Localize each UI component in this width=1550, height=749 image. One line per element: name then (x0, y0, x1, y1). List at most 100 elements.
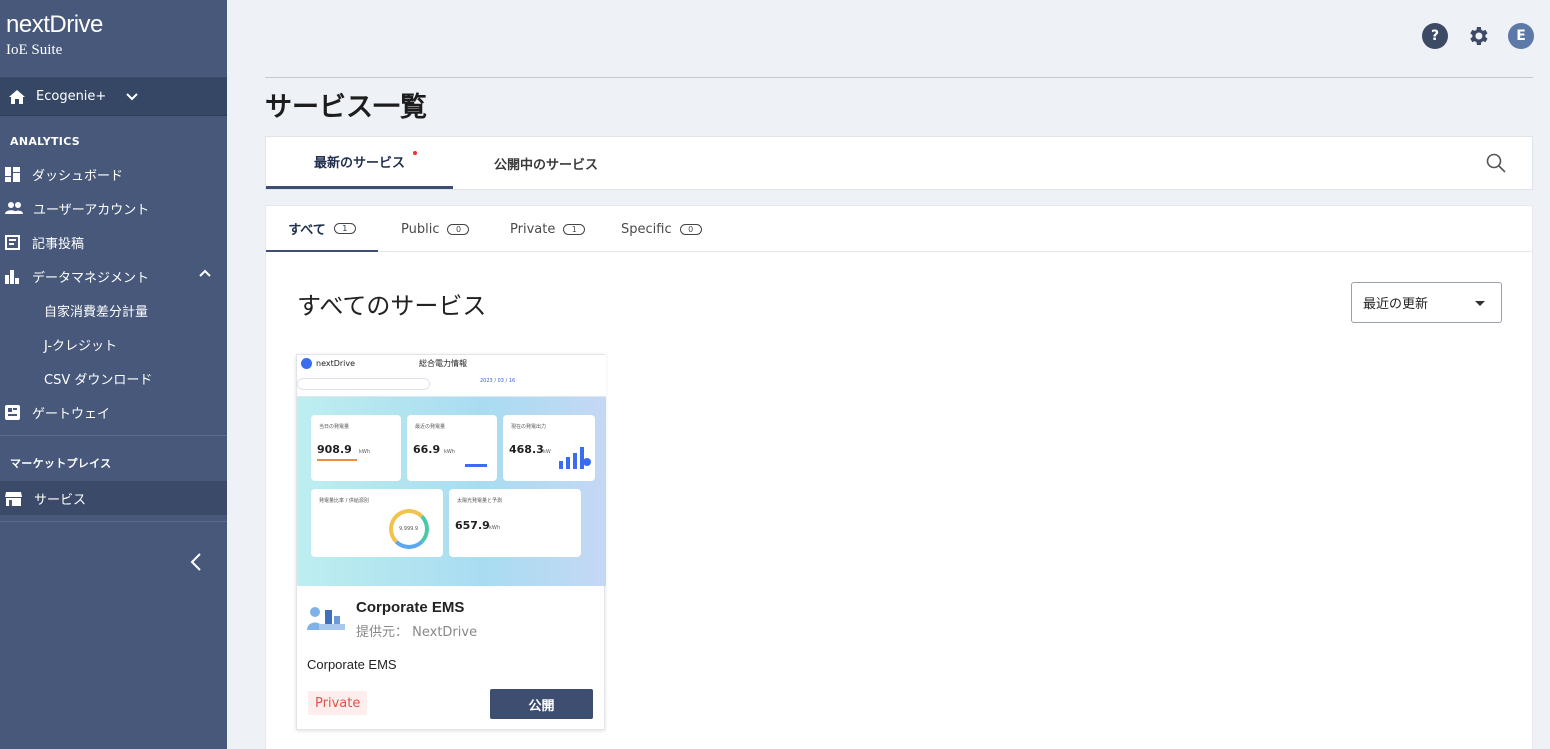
sidebar-item-label: サービス (34, 492, 87, 508)
sort-value: 最近の更新 (1363, 297, 1429, 312)
collapse-sidebar-icon[interactable] (190, 553, 202, 571)
sidebar-item-label: ユーザーアカウント (33, 202, 150, 218)
publish-button[interactable]: 公開 (490, 689, 593, 719)
sidebar-subitem-j-credit[interactable]: J-クレジット (0, 327, 227, 361)
filter-tab-count: 1 (563, 223, 586, 235)
service-name: Corporate EMS (356, 599, 465, 616)
thumb-header: nextDrive 総合電力情報 2023 / 03 / 16 (297, 355, 606, 397)
bar-chart-icon (5, 269, 19, 284)
thumb-card-title: 現在の発電出力 (511, 424, 547, 430)
thumb-card-1: 当日の発電量 908.9 kWh (311, 415, 401, 481)
section-title: すべてのサービス (297, 292, 487, 320)
analytics-title: ANALYTICS (10, 135, 80, 148)
help-glyph: ? (1430, 28, 1440, 44)
avatar[interactable]: E (1508, 23, 1534, 49)
thumb-ring-value: 9,999.9 (399, 526, 419, 532)
thumb-card-title: 太陽光発電量と予測 (457, 498, 503, 504)
brand: nextDrive IoE Suite (0, 0, 227, 78)
service-thumbnail: nextDrive 総合電力情報 2023 / 03 / 16 当日の発電量 9… (297, 355, 606, 586)
sidebar-item-articles[interactable]: 記事投稿 (0, 225, 227, 259)
sidebar-item-label: 記事投稿 (32, 236, 85, 252)
thumb-card-4: 発電量比率 / 供給源別 9,999.9 (311, 489, 443, 557)
filter-tab-count: 0 (679, 223, 702, 235)
thumb-value: 66.9 (413, 443, 441, 456)
thumb-logo-text: nextDrive (316, 359, 356, 368)
sidebar-item-dashboard[interactable]: ダッシュボード (0, 157, 227, 191)
service-tabs: 最新のサービス 公開中のサービス (265, 136, 1533, 190)
new-indicator-dot (413, 151, 417, 155)
top-actions: ? E (1422, 23, 1534, 49)
filter-tab-private[interactable]: Private 1 (510, 206, 586, 252)
thumb-card-3: 現在の発電出力 468.3 kW (503, 415, 595, 481)
page-title: サービス一覧 (265, 92, 427, 123)
filter-tab-specific[interactable]: Specific 0 (621, 206, 702, 252)
caret-down-icon (1475, 301, 1485, 306)
store-icon (5, 491, 22, 506)
card-header: Corporate EMS 提供元： NextDrive (297, 586, 604, 640)
article-icon (5, 234, 20, 250)
filter-tab-count: 0 (447, 223, 470, 235)
thumb-unit: kWh (444, 449, 456, 455)
header-divider (265, 77, 1533, 78)
sidebar-subitem-csv-download[interactable]: CSV ダウンロード (0, 361, 227, 395)
marketplace-title: マーケットプレイス (10, 457, 112, 470)
tab-label: 公開中のサービス (494, 157, 599, 173)
thumb-selector (297, 378, 430, 390)
thumb-card-2: 最近の発電量 66.9 kWh (407, 415, 497, 481)
sidebar-item-data-management[interactable]: データマネジメント (0, 259, 227, 293)
thumb-value: 908.9 (317, 443, 352, 456)
thumb-card-title: 当日の発電量 (319, 424, 350, 430)
thumb-value: 657.9 (455, 519, 490, 532)
thumb-card-5: 太陽光発電量と予測 657.9 kWh (449, 489, 581, 557)
thumb-unit: kW (543, 449, 551, 455)
org-label: Ecogenie+ (36, 89, 107, 104)
sidebar-divider (0, 521, 227, 522)
sidebar-item-users[interactable]: ユーザーアカウント (0, 191, 227, 225)
gateway-icon (5, 404, 20, 420)
service-card[interactable]: nextDrive 総合電力情報 2023 / 03 / 16 当日の発電量 9… (296, 354, 606, 730)
status-badge: Private (308, 691, 368, 715)
thumb-title: 総合電力情報 (419, 359, 467, 368)
filter-tab-all[interactable]: すべて 1 (266, 206, 378, 252)
sidebar-item-label: データマネジメント (32, 270, 150, 286)
home-icon (9, 89, 25, 104)
tab-published-services[interactable]: 公開中のサービス (494, 137, 598, 189)
filter-tab-public[interactable]: Public 0 (401, 206, 470, 252)
thumb-unit: kWh (359, 449, 371, 455)
chevron-down-icon (126, 92, 139, 100)
filter-tab-label: Public (401, 221, 440, 237)
filter-tab-label: Specific (621, 221, 672, 237)
thumb-card-title: 発電量比率 / 供給源別 (319, 498, 369, 504)
service-logo-icon (307, 607, 345, 630)
org-selector[interactable]: Ecogenie+ (0, 78, 227, 116)
sidebar-subitem-self-consumption[interactable]: 自家消費差分計量 (0, 293, 227, 327)
sort-select[interactable]: 最近の更新 (1351, 282, 1502, 323)
services-panel: すべて 1 Public 0 Private 1 Specific 0 すべての… (265, 205, 1533, 749)
sidebar-item-service[interactable]: サービス (0, 481, 227, 515)
brand-suite: IoE Suite (6, 42, 63, 58)
thumb-unit: kWh (489, 525, 501, 531)
users-icon (5, 202, 23, 214)
sidebar: nextDrive IoE Suite Ecogenie+ ANALYTICS … (0, 0, 227, 749)
thumb-value: 468.3 (509, 443, 544, 456)
tab-label: 最新のサービス (313, 156, 405, 171)
filter-tab-label: すべて (288, 222, 326, 238)
service-provider: 提供元： NextDrive (356, 625, 478, 640)
sidebar-item-label: ダッシュボード (32, 168, 124, 184)
thumb-date: 2023 / 03 / 16 (480, 378, 516, 384)
tab-latest-services[interactable]: 最新のサービス (266, 137, 453, 189)
service-description: Corporate EMS (307, 657, 397, 672)
sidebar-item-gateway[interactable]: ゲートウェイ (0, 395, 227, 429)
search-icon[interactable] (1486, 153, 1506, 173)
help-icon[interactable]: ? (1422, 23, 1448, 49)
dashboard-icon (5, 166, 20, 182)
sidebar-item-label: ゲートウェイ (32, 406, 111, 422)
thumb-logo: nextDrive (301, 358, 355, 369)
filter-tab-label: Private (510, 221, 556, 237)
chevron-up-icon (199, 269, 211, 277)
filter-tab-count: 1 (333, 222, 356, 234)
gear-icon[interactable] (1466, 24, 1490, 48)
filter-tabs: すべて 1 Public 0 Private 1 Specific 0 (266, 206, 1532, 252)
avatar-initial: E (1516, 28, 1526, 44)
thumb-card-title: 最近の発電量 (415, 424, 446, 430)
